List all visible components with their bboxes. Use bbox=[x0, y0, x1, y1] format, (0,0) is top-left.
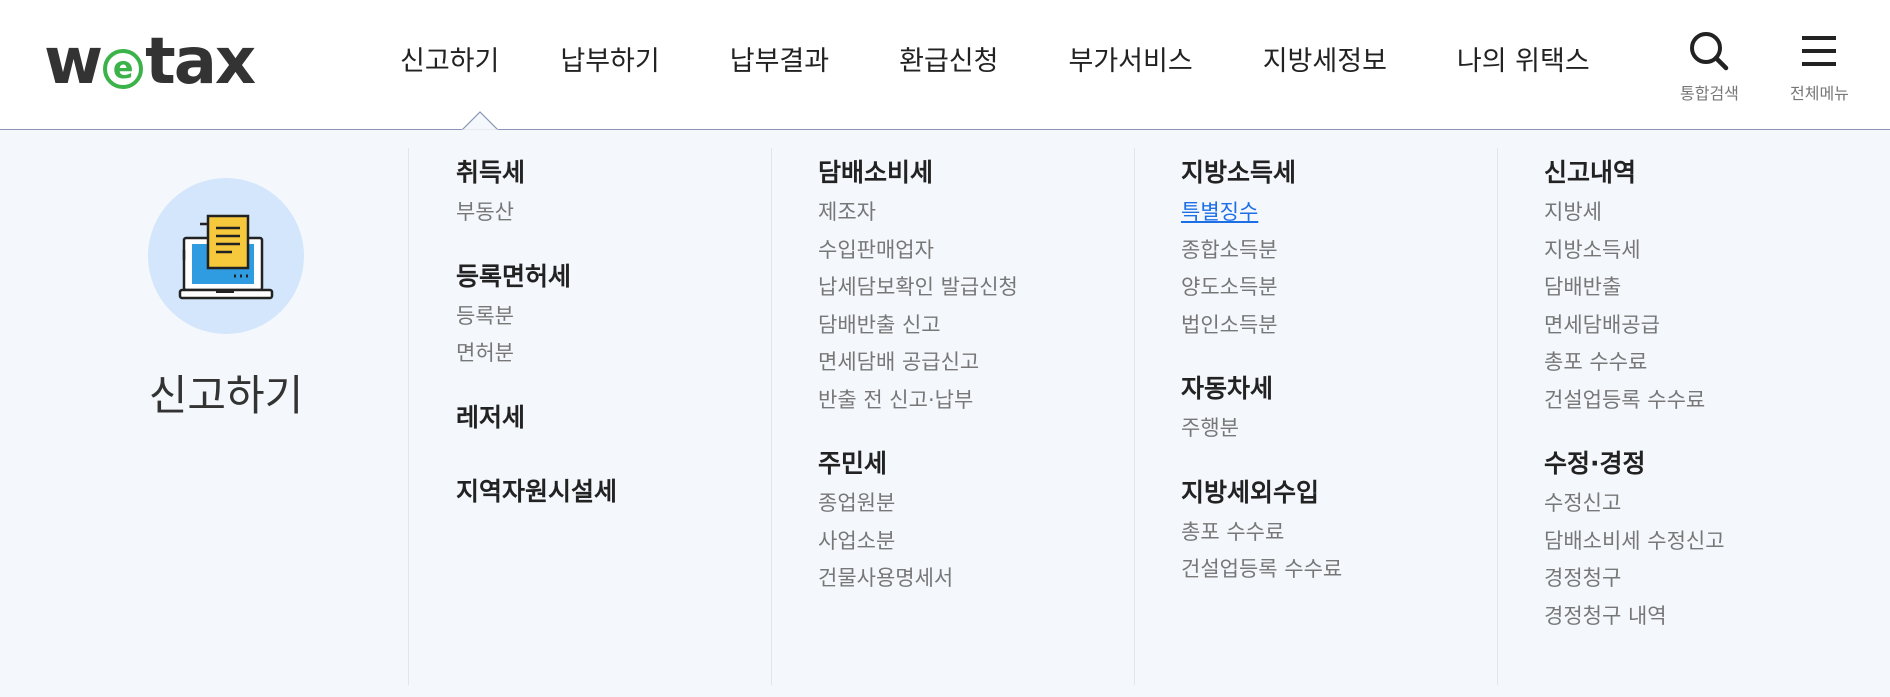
menu-link[interactable]: 면세담배 공급신고 bbox=[818, 344, 1148, 382]
group-title[interactable]: 자동차세 bbox=[1181, 372, 1511, 406]
group-title[interactable]: 지역자원시설세 bbox=[456, 475, 786, 509]
hamburger-menu-icon bbox=[1802, 36, 1837, 66]
menu-group-acquisition-tax: 취득세 부동산 bbox=[456, 156, 786, 232]
search-button[interactable]: 통합검색 bbox=[1680, 30, 1739, 104]
menu-link[interactable]: 종업원분 bbox=[818, 485, 1148, 523]
menu-link[interactable]: 경정청구 bbox=[1544, 560, 1874, 598]
nav-item-refund[interactable]: 환급신청 bbox=[899, 40, 998, 84]
menu-link[interactable]: 부동산 bbox=[456, 194, 786, 232]
menu-link[interactable]: 면허분 bbox=[456, 335, 786, 373]
menu-link[interactable]: 건설업등록 수수료 bbox=[1544, 382, 1874, 420]
menu-group-registration-license-tax: 등록면허세 등록분 면허분 bbox=[456, 260, 786, 373]
nav-item-my-wetax[interactable]: 나의 위택스 bbox=[1457, 40, 1590, 84]
laptop-document-icon bbox=[178, 214, 274, 300]
all-menu-label: 전체메뉴 bbox=[1790, 84, 1849, 103]
menu-link[interactable]: 경정청구 내역 bbox=[1544, 598, 1874, 636]
intro-illustration bbox=[148, 178, 304, 334]
group-title[interactable]: 신고내역 bbox=[1544, 156, 1874, 190]
menu-link[interactable]: 지방소득세 bbox=[1544, 232, 1874, 270]
menu-link[interactable]: 제조자 bbox=[818, 194, 1148, 232]
active-nav-caret-icon bbox=[462, 111, 498, 131]
menu-link[interactable]: 면세담배공급 bbox=[1544, 307, 1874, 345]
wetax-logo[interactable]: w e tax bbox=[44, 25, 256, 99]
group-title[interactable]: 지방세외수입 bbox=[1181, 476, 1511, 510]
menu-link[interactable]: 수입판매업자 bbox=[818, 232, 1148, 270]
menu-link[interactable]: 반출 전 신고·납부 bbox=[818, 382, 1148, 420]
group-items: 제조자 수입판매업자 납세담보확인 발급신청 담배반출 신고 면세담배 공급신고… bbox=[818, 194, 1148, 419]
menu-link[interactable]: 양도소득분 bbox=[1181, 269, 1511, 307]
mega-menu-panel: 신고하기 취득세 부동산 등록면허세 등록분 면허분 레저세 지역자원시설세 담 bbox=[0, 130, 1890, 697]
menu-link[interactable]: 종합소득분 bbox=[1181, 232, 1511, 270]
menu-link[interactable]: 총포 수수료 bbox=[1181, 514, 1511, 552]
logo-text-w: w bbox=[44, 25, 103, 99]
menu-link[interactable]: 건물사용명세서 bbox=[818, 560, 1148, 598]
group-items: 부동산 bbox=[456, 194, 786, 232]
menu-link[interactable]: 사업소분 bbox=[818, 523, 1148, 561]
menu-column-4: 신고내역 지방세 지방소득세 담배반출 면세담배공급 총포 수수료 건설업등록 … bbox=[1544, 156, 1874, 663]
menu-group-vehicle-tax: 자동차세 주행분 bbox=[1181, 372, 1511, 448]
group-title[interactable]: 담배소비세 bbox=[818, 156, 1148, 190]
group-title[interactable]: 취득세 bbox=[456, 156, 786, 190]
group-items: 수정신고 담배소비세 수정신고 경정청구 경정청구 내역 bbox=[1544, 485, 1874, 635]
menu-group-report-history: 신고내역 지방세 지방소득세 담배반출 면세담배공급 총포 수수료 건설업등록 … bbox=[1544, 156, 1874, 419]
menu-link[interactable]: 납세담보확인 발급신청 bbox=[818, 269, 1148, 307]
menu-group-leisure-tax: 레저세 bbox=[456, 401, 786, 435]
group-title[interactable]: 레저세 bbox=[456, 401, 786, 435]
group-title[interactable]: 지방소득세 bbox=[1181, 156, 1511, 190]
mega-menu-intro: 신고하기 bbox=[148, 178, 304, 423]
menu-group-amendment-correction: 수정·경정 수정신고 담배소비세 수정신고 경정청구 경정청구 내역 bbox=[1544, 447, 1874, 635]
menu-group-non-tax-revenue: 지방세외수입 총포 수수료 건설업등록 수수료 bbox=[1181, 476, 1511, 589]
all-menu-button[interactable]: 전체메뉴 bbox=[1790, 30, 1849, 104]
menu-link[interactable]: 수정신고 bbox=[1544, 485, 1874, 523]
mega-menu-title: 신고하기 bbox=[148, 371, 304, 420]
menu-link[interactable]: 담배소비세 수정신고 bbox=[1544, 523, 1874, 561]
group-items: 총포 수수료 건설업등록 수수료 bbox=[1181, 514, 1511, 589]
menu-group-regional-resource-tax: 지역자원시설세 bbox=[456, 475, 786, 509]
nav-item-payment-result[interactable]: 납부결과 bbox=[730, 40, 829, 84]
menu-link[interactable]: 담배반출 신고 bbox=[818, 307, 1148, 345]
menu-column-2: 담배소비세 제조자 수입판매업자 납세담보확인 발급신청 담배반출 신고 면세담… bbox=[818, 156, 1148, 626]
menu-group-tobacco-tax: 담배소비세 제조자 수입판매업자 납세담보확인 발급신청 담배반출 신고 면세담… bbox=[818, 156, 1148, 419]
nav-item-payment[interactable]: 납부하기 bbox=[560, 40, 659, 84]
site-header: w e tax 신고하기 납부하기 납부결과 환급신청 부가서비스 지방세정보 … bbox=[0, 0, 1890, 131]
menu-column-3: 지방소득세 특별징수 종합소득분 양도소득분 법인소득분 자동차세 주행분 지방… bbox=[1181, 156, 1511, 617]
group-title[interactable]: 수정·경정 bbox=[1544, 447, 1874, 481]
menu-column-1: 취득세 부동산 등록면허세 등록분 면허분 레저세 지역자원시설세 bbox=[456, 156, 786, 549]
menu-link[interactable]: 담배반출 bbox=[1544, 269, 1874, 307]
column-divider bbox=[408, 148, 409, 685]
logo-text-tax: tax bbox=[145, 25, 256, 99]
main-nav: 신고하기 납부하기 납부결과 환급신청 부가서비스 지방세정보 나의 위택스 bbox=[400, 40, 1590, 84]
group-items: 지방세 지방소득세 담배반출 면세담배공급 총포 수수료 건설업등록 수수료 bbox=[1544, 194, 1874, 419]
group-items: 특별징수 종합소득분 양도소득분 법인소득분 bbox=[1181, 194, 1511, 344]
menu-link[interactable]: 지방세 bbox=[1544, 194, 1874, 232]
menu-link[interactable]: 법인소득분 bbox=[1181, 307, 1511, 345]
group-items: 등록분 면허분 bbox=[456, 298, 786, 373]
menu-link[interactable]: 총포 수수료 bbox=[1544, 344, 1874, 382]
menu-group-resident-tax: 주민세 종업원분 사업소분 건물사용명세서 bbox=[818, 447, 1148, 598]
search-label: 통합검색 bbox=[1680, 84, 1739, 103]
group-items: 주행분 bbox=[1181, 410, 1511, 448]
group-title[interactable]: 등록면허세 bbox=[456, 260, 786, 294]
menu-link[interactable]: 주행분 bbox=[1181, 410, 1511, 448]
logo-e-circle: e bbox=[103, 49, 144, 89]
menu-link-active[interactable]: 특별징수 bbox=[1181, 194, 1511, 232]
group-items: 종업원분 사업소분 건물사용명세서 bbox=[818, 485, 1148, 598]
menu-link[interactable]: 건설업등록 수수료 bbox=[1181, 551, 1511, 589]
group-title[interactable]: 주민세 bbox=[818, 447, 1148, 481]
nav-item-extra-services[interactable]: 부가서비스 bbox=[1069, 40, 1193, 84]
search-icon bbox=[1690, 32, 1729, 71]
nav-item-local-tax-info[interactable]: 지방세정보 bbox=[1263, 40, 1387, 84]
menu-link[interactable]: 등록분 bbox=[456, 298, 786, 336]
menu-group-local-income-tax: 지방소득세 특별징수 종합소득분 양도소득분 법인소득분 bbox=[1181, 156, 1511, 344]
nav-item-report[interactable]: 신고하기 bbox=[400, 40, 499, 84]
